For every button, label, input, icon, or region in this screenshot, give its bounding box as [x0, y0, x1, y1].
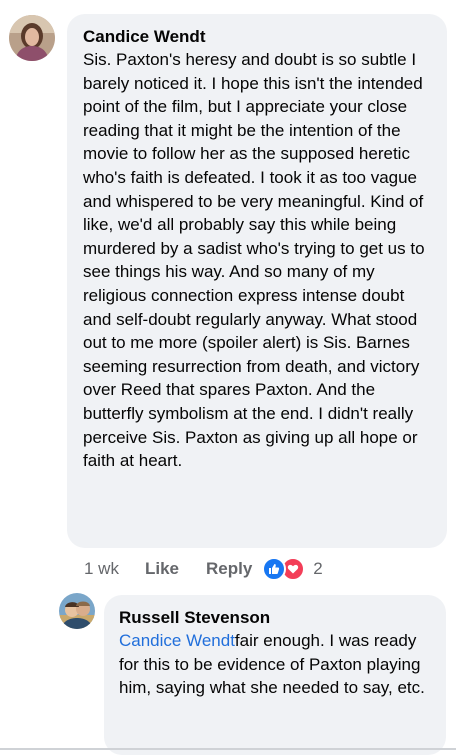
- comment-timestamp[interactable]: 1 wk: [84, 559, 119, 579]
- reply-bubble: Russell Stevenson Candice Wendtfair enou…: [104, 595, 446, 755]
- comment-text: Sis. Paxton's heresy and doubt is so sub…: [83, 50, 425, 471]
- avatar[interactable]: [9, 15, 55, 61]
- reply-text: Candice Wendtfair enough. I was ready fo…: [119, 629, 434, 700]
- reaction-summary[interactable]: 2: [262, 557, 323, 581]
- like-icon: [262, 557, 287, 581]
- comment-actions: 1 wk Like Reply 2: [84, 557, 323, 581]
- comment-author[interactable]: Candice Wendt: [83, 26, 435, 48]
- comment-bubble: Candice Wendt Sis. Paxton's heresy and d…: [67, 14, 447, 548]
- like-button[interactable]: Like: [145, 559, 179, 579]
- reply-avatar[interactable]: [59, 593, 95, 629]
- reaction-count: 2: [313, 559, 323, 578]
- reply-button[interactable]: Reply: [206, 559, 252, 579]
- author-mention-link[interactable]: Candice Wendt: [119, 631, 235, 650]
- reply-author[interactable]: Russell Stevenson: [119, 607, 434, 629]
